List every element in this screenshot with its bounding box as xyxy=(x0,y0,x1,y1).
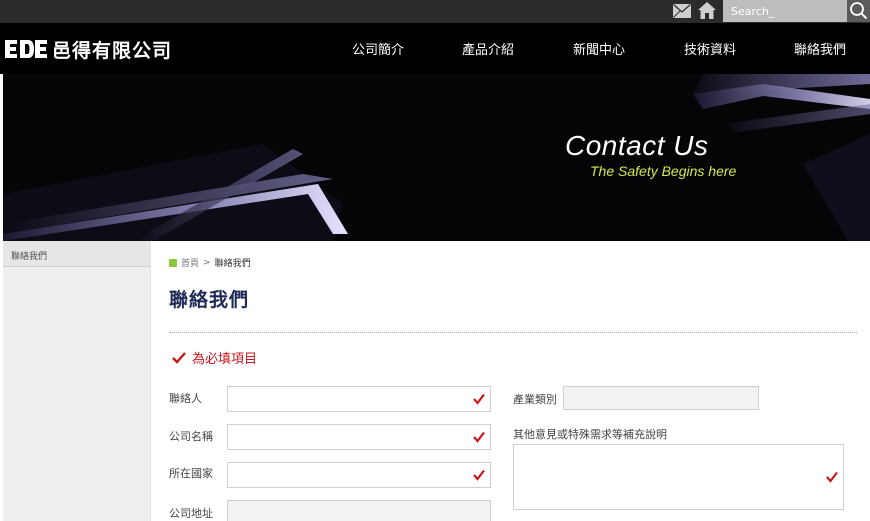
company-name: 邑得有限公司 xyxy=(52,39,173,62)
country-input[interactable] xyxy=(227,462,491,488)
divider xyxy=(169,332,857,333)
company-name-input[interactable] xyxy=(227,424,491,450)
breadcrumb-current: 聯絡我們 xyxy=(214,259,251,269)
breadcrumb: 首頁 > 聯絡我們 xyxy=(169,256,251,269)
contact-banner: Contact Us The Safety Begins here xyxy=(3,74,870,241)
nav-item-label: 技術資料 xyxy=(684,43,737,58)
search-icon xyxy=(850,2,868,20)
banner-title: Contact Us xyxy=(565,130,709,161)
nav-item-label: 聯絡我們 xyxy=(794,43,847,58)
site-logo[interactable]: 邑得有限公司 xyxy=(4,36,172,62)
site-header: 邑得有限公司 公司簡介 產品介紹 新聞中心 技術資料 聯絡我們 xyxy=(0,23,870,74)
required-note: 為必填項目 xyxy=(172,348,257,367)
company-address-label: 公司地址 xyxy=(169,507,213,520)
search-input[interactable] xyxy=(723,0,847,22)
industry-select[interactable] xyxy=(563,386,759,410)
search-button[interactable] xyxy=(847,0,870,22)
industry-label: 產業類別 xyxy=(513,393,557,406)
breadcrumb-leaf-icon xyxy=(169,258,177,267)
nav-item-label: 公司簡介 xyxy=(352,43,405,58)
sidebar: 聯絡我們 xyxy=(3,241,151,521)
required-checkmark-icon xyxy=(826,471,838,483)
nav-item-technical[interactable]: 技術資料 xyxy=(684,23,736,74)
page-title: 聯絡我們 xyxy=(169,289,250,311)
checkmark-icon xyxy=(172,351,186,364)
nav-item-contact[interactable]: 聯絡我們 xyxy=(794,23,846,74)
nav-item-label: 產品介紹 xyxy=(462,43,515,58)
nav-item-products[interactable]: 產品介紹 xyxy=(462,23,514,74)
mail-icon[interactable] xyxy=(673,4,691,18)
home-icon[interactable] xyxy=(698,2,716,19)
breadcrumb-separator: > xyxy=(203,257,211,268)
contact-person-input[interactable] xyxy=(227,386,491,412)
nav-item-news[interactable]: 新聞中心 xyxy=(573,23,625,74)
required-checkmark-icon xyxy=(473,469,485,481)
company-name-label: 公司名稱 xyxy=(169,430,213,443)
required-note-text: 為必填項目 xyxy=(192,352,258,367)
breadcrumb-home-link[interactable]: 首頁 xyxy=(181,256,199,269)
nav-item-label: 新聞中心 xyxy=(573,43,626,58)
comments-textarea[interactable] xyxy=(513,444,844,510)
top-utility-bar xyxy=(0,0,870,23)
company-address-input[interactable] xyxy=(227,500,491,521)
required-checkmark-icon xyxy=(473,393,485,405)
contact-person-label: 聯絡人 xyxy=(169,392,202,405)
banner-subtitle: The Safety Begins here xyxy=(590,163,737,179)
sidebar-item-contact[interactable]: 聯絡我們 xyxy=(3,241,150,267)
banner-abstract-graphic xyxy=(3,74,870,241)
comments-label: 其他意見或特殊需求等補充說明 xyxy=(513,428,667,441)
ede-logo-mark xyxy=(5,40,47,58)
required-checkmark-icon xyxy=(473,431,485,443)
nav-item-about[interactable]: 公司簡介 xyxy=(352,23,404,74)
country-label: 所在國家 xyxy=(169,467,213,480)
